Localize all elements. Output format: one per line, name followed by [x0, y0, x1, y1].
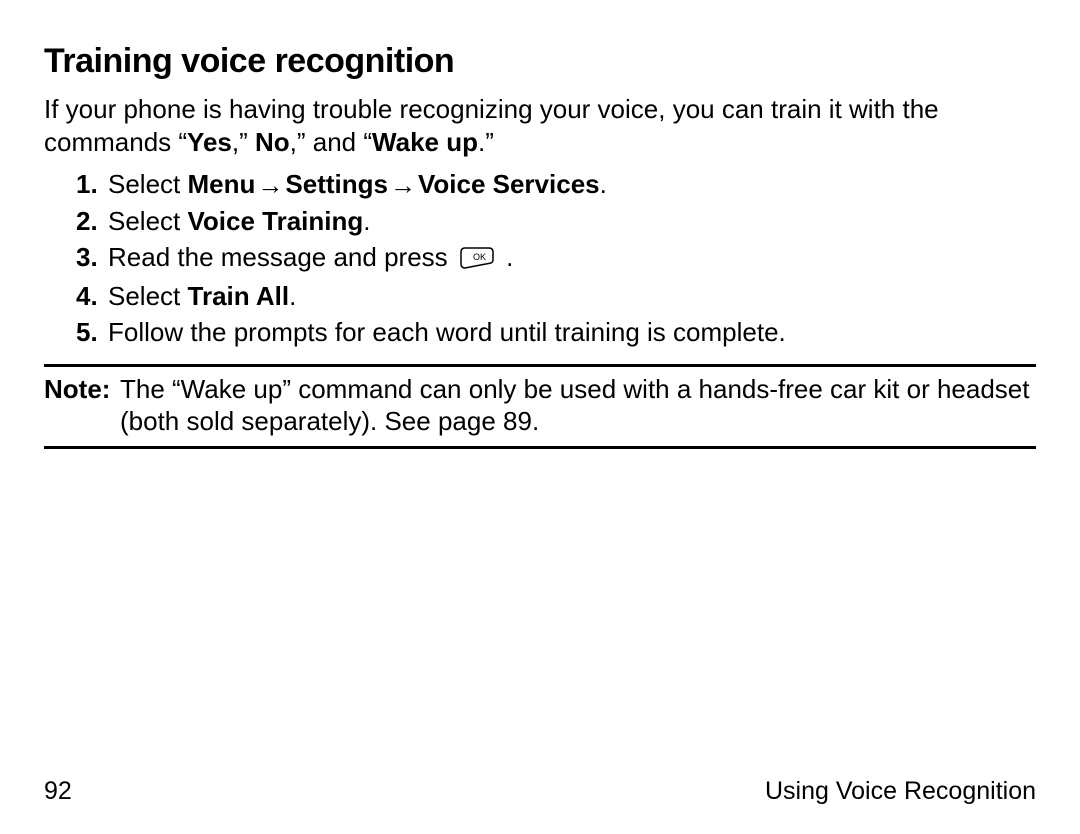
note-text: The “Wake up” command can only be used w… — [120, 373, 1036, 438]
note-label: Note: — [44, 373, 120, 438]
train-all-label: Train All — [188, 281, 290, 311]
step-post: . — [600, 169, 607, 199]
step-pre: Select — [108, 206, 188, 236]
page-number: 92 — [44, 777, 72, 806]
arrow-icon: → — [390, 169, 416, 203]
section-heading: Training voice recognition — [44, 42, 1036, 81]
step-4: 4. Select Train All. — [76, 280, 1036, 314]
step-post: . — [499, 242, 513, 272]
step-2: 2. Select Voice Training. — [76, 205, 1036, 239]
step-post: . — [363, 206, 370, 236]
step-number: 5. — [76, 316, 108, 350]
intro-paragraph: If your phone is having trouble recogniz… — [44, 93, 1036, 158]
arrow-icon: → — [257, 169, 283, 203]
menu-path-settings: Settings — [285, 169, 388, 199]
note-block: Note: The “Wake up” command can only be … — [44, 364, 1036, 449]
cmd-no: No — [255, 127, 290, 157]
footer-section-title: Using Voice Recognition — [765, 777, 1036, 806]
step-1: 1. Select Menu → Settings → Voice Servic… — [76, 168, 1036, 203]
voice-training-label: Voice Training — [188, 206, 364, 236]
menu-path-menu: Menu — [188, 169, 256, 199]
cmd-yes: Yes — [187, 127, 232, 157]
step-pre: Read the message and press — [108, 242, 455, 272]
step-number: 4. — [76, 280, 108, 314]
step-text: Select Voice Training. — [108, 205, 1036, 239]
step-text: Follow the prompts for each word until t… — [108, 316, 1036, 350]
step-number: 1. — [76, 168, 108, 203]
step-pre: Select — [108, 281, 188, 311]
step-number: 2. — [76, 205, 108, 239]
intro-text-4: .” — [478, 127, 494, 157]
step-pre: Select — [108, 169, 188, 199]
step-number: 3. — [76, 241, 108, 279]
cmd-wakeup: Wake up — [372, 127, 478, 157]
step-text: Select Train All. — [108, 280, 1036, 314]
page-footer: 92 Using Voice Recognition — [44, 777, 1036, 806]
step-3: 3. Read the message and press OK . — [76, 241, 1036, 279]
step-5: 5. Follow the prompts for each word unti… — [76, 316, 1036, 350]
ok-button-icon: OK — [459, 245, 495, 279]
step-text: Select Menu → Settings → Voice Services. — [108, 168, 1036, 203]
steps-list: 1. Select Menu → Settings → Voice Servic… — [44, 168, 1036, 350]
step-post: . — [289, 281, 296, 311]
intro-text-2: ,” — [232, 127, 255, 157]
svg-text:OK: OK — [473, 252, 486, 262]
menu-path-voice-services: Voice Services — [418, 169, 600, 199]
intro-text-3: ,” and “ — [290, 127, 372, 157]
step-text: Read the message and press OK . — [108, 241, 1036, 279]
